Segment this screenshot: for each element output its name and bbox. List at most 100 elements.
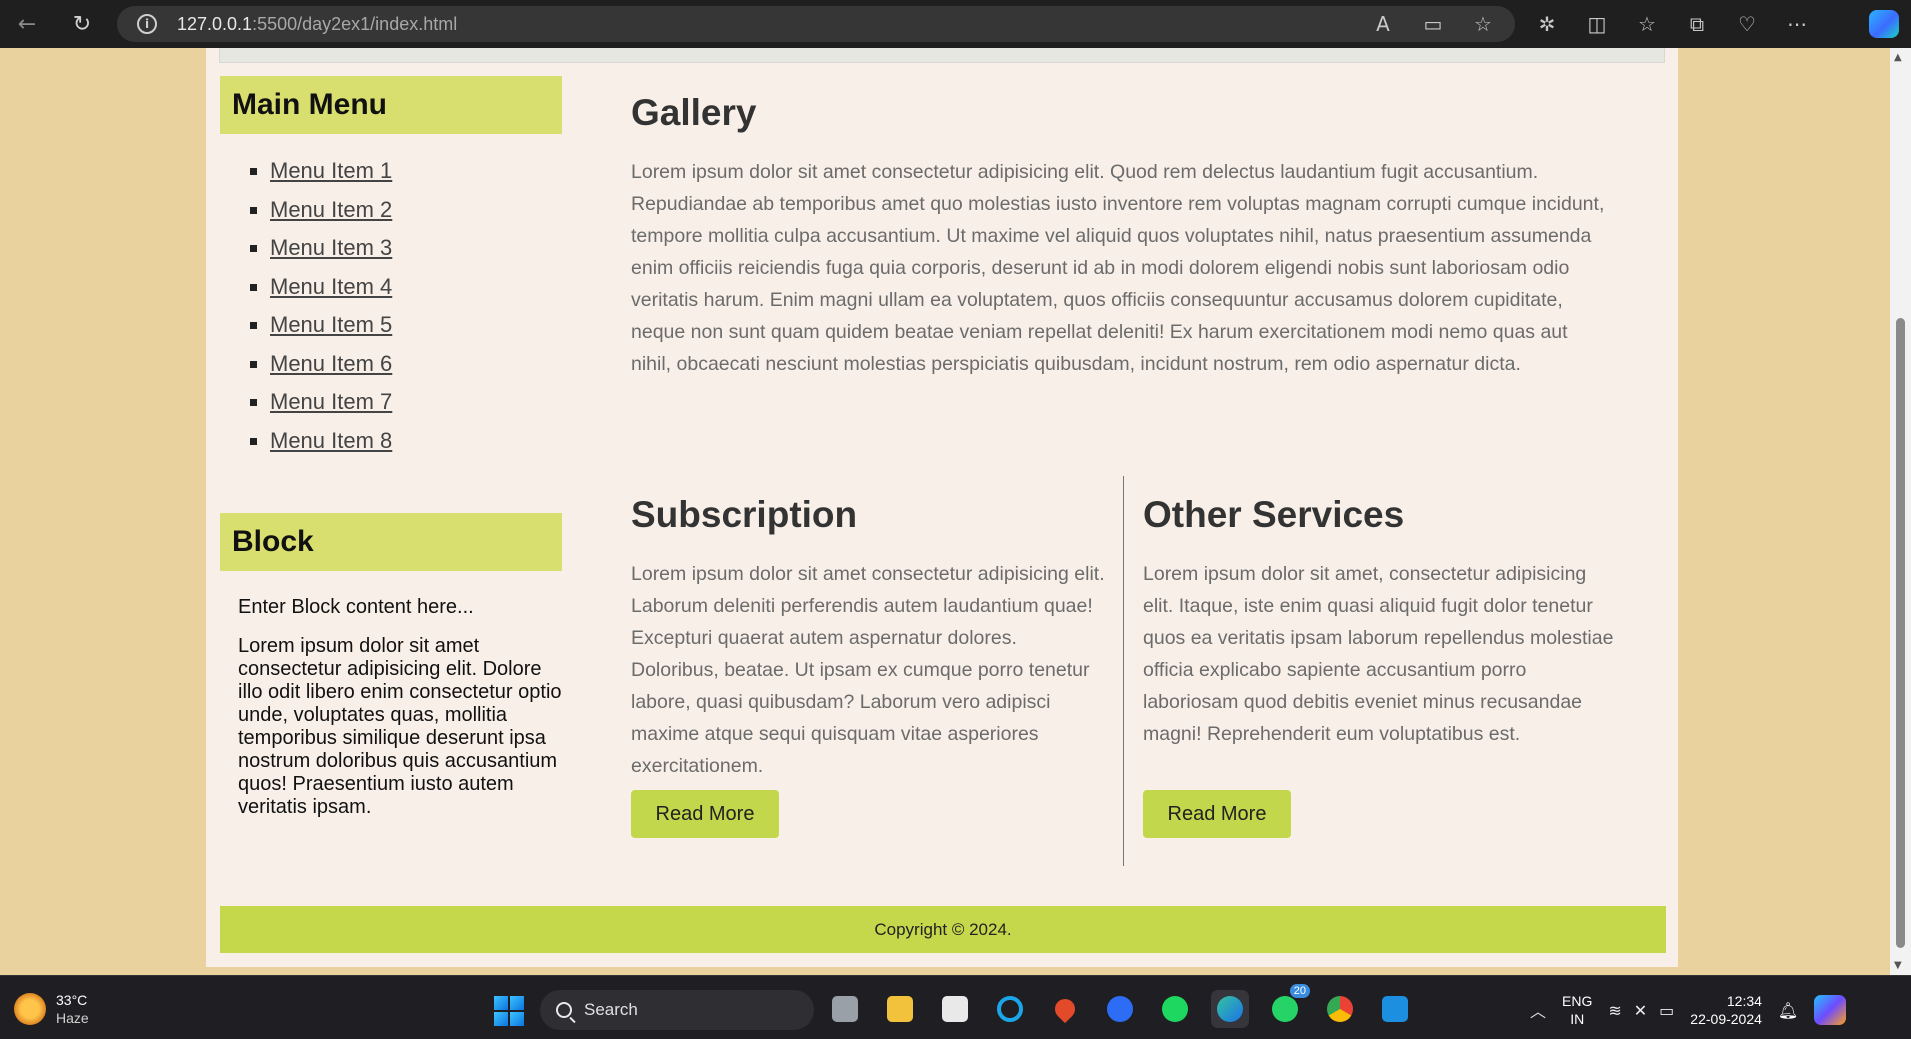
bullet-icon [250,168,257,175]
notification-bell-icon[interactable]: 🔔︎ [1778,1001,1798,1020]
wifi-icon[interactable]: ≋ [1608,1001,1621,1020]
scroll-down-arrow-icon[interactable]: ▼ [1894,960,1902,971]
spotify-icon[interactable] [1156,990,1194,1028]
whatsapp-icon[interactable]: 20 [1266,984,1310,1028]
taskbar-search-label: Search [584,1000,638,1019]
browser-toolbar: ← ↻ i 127.0.0.1:5500/day2ex1/index.html … [0,0,1911,48]
whatsapp-badge: 20 [1289,984,1310,998]
menu-item: Menu Item 4 [220,268,562,307]
scrollbar-thumb[interactable] [1896,318,1905,948]
url-host: 127.0.0.1 [177,13,253,34]
region-code: IN [1570,1011,1585,1027]
bullet-icon [250,322,257,329]
show-hidden-icons-chevron-icon[interactable]: ︿ [1530,998,1546,1022]
weather-widget[interactable]: 33°C Haze [14,991,89,1027]
site-info-icon[interactable]: i [137,14,157,34]
menu-item-link[interactable]: Menu Item 1 [270,158,392,184]
menu-item: Menu Item 7 [220,383,562,422]
more-options-icon[interactable]: ⋯ [1783,12,1811,36]
address-bar[interactable]: i 127.0.0.1:5500/day2ex1/index.html A ▭ … [117,6,1515,42]
taskbar-search[interactable]: Search [540,990,814,1030]
windows-start-icon[interactable] [494,996,524,1026]
scroll-up-arrow-icon[interactable]: ▲ [1894,52,1902,63]
menu-item-link[interactable]: Menu Item 5 [270,312,392,338]
menu-item: Menu Item 5 [220,306,562,345]
menu-item-link[interactable]: Menu Item 7 [270,389,392,415]
weather-condition: Haze [56,1010,89,1026]
menu-item-link[interactable]: Menu Item 2 [270,197,392,223]
language-code: ENG [1562,993,1593,1009]
task-view-icon[interactable] [826,990,864,1028]
bullet-icon [250,283,257,291]
copilot-icon[interactable] [1869,10,1899,38]
favorite-star-icon[interactable]: ☆ [1469,12,1497,36]
immersive-reader-icon[interactable]: ▭ [1419,12,1447,36]
menu-item: Menu Item 6 [220,345,562,384]
menu-item: Menu Item 3 [220,229,562,268]
bullet-icon [250,437,257,445]
chrome-icon[interactable] [1321,990,1359,1028]
weather-sun-icon [14,993,46,1025]
battery-icon[interactable]: ▭ [1659,1001,1674,1020]
back-arrow-icon[interactable]: ← [12,9,42,39]
weather-temperature: 33°C [56,992,88,1008]
reload-icon[interactable]: ↻ [67,9,97,39]
microsoft-store-icon[interactable] [936,990,974,1028]
clock[interactable]: 12:34 22-09-2024 [1690,992,1762,1028]
file-explorer-icon[interactable] [881,990,919,1028]
favorites-icon[interactable]: ☆ [1633,12,1661,36]
menu-item: Menu Item 8 [220,422,562,461]
system-tray: ︿ ENG IN ≋ ✕ ▭ 12:34 22-09-2024 🔔︎ [1530,992,1847,1028]
weather-text: 33°C Haze [56,991,89,1027]
cortana-icon[interactable] [991,990,1029,1028]
zoom-icon[interactable] [1101,990,1139,1028]
block-heading: Block [220,513,562,571]
gallery-text: Lorem ipsum dolor sit amet consectetur a… [631,161,1605,375]
vertical-scrollbar[interactable]: ▲ ▼ [1890,48,1911,975]
bullet-icon [250,360,257,368]
collections-icon[interactable]: ⧉ [1683,12,1711,36]
menu-item-link[interactable]: Menu Item 4 [270,274,392,300]
menu-item: Menu Item 1 [220,152,562,191]
extensions-icon[interactable]: ✲ [1533,12,1561,36]
split-screen-icon[interactable]: ◫ [1583,12,1611,36]
maps-pin-icon[interactable] [1046,990,1084,1028]
read-aloud-icon[interactable]: A [1369,12,1397,36]
block-intro-text: Enter Block content here... [238,596,474,618]
volume-muted-icon[interactable]: ✕ [1634,1001,1647,1020]
search-icon [556,1002,572,1018]
language-indicator[interactable]: ENG IN [1562,992,1592,1028]
menu-item-link[interactable]: Menu Item 6 [270,351,392,377]
subscription-text: Lorem ipsum dolor sit amet consectetur a… [631,563,1105,777]
main-menu-heading: Main Menu [220,76,562,134]
copilot-taskbar-icon[interactable] [1814,995,1847,1025]
other-services-text: Lorem ipsum dolor sit amet, consectetur … [1143,563,1614,745]
menu-item-link[interactable]: Menu Item 8 [270,428,392,454]
bullet-icon [250,245,257,252]
top-navigation-strip [219,48,1665,63]
page-viewport: Main Menu Menu Item 1 Menu Item 2 Menu I… [0,48,1890,975]
subscription-title: Subscription [631,494,858,535]
menu-item: Menu Item 2 [220,191,562,230]
main-menu-list: Menu Item 1 Menu Item 2 Menu Item 3 Menu… [220,152,562,460]
windows-taskbar: 33°C Haze Search 20 ︿ ENG IN ≋ ✕ ▭ 12:34 [0,975,1911,1039]
page-container: Main Menu Menu Item 1 Menu Item 2 Menu I… [206,48,1678,967]
bullet-icon [250,399,257,406]
menu-item-link[interactable]: Menu Item 3 [270,235,392,261]
gallery-title: Gallery [631,92,757,133]
clock-time: 12:34 [1726,993,1762,1009]
block-content: Enter Block content here... Lorem ipsum … [238,596,568,819]
column-divider [1123,476,1124,866]
url-text[interactable]: 127.0.0.1:5500/day2ex1/index.html [177,14,457,35]
other-services-title: Other Services [1143,494,1405,535]
browser-essentials-icon[interactable]: ♡ [1733,12,1761,36]
edge-browser-icon[interactable] [1211,990,1249,1028]
tray-status-icons: ≋ ✕ ▭ [1608,1001,1674,1020]
url-path: :5500/day2ex1/index.html [252,13,458,34]
taskbar-apps: 20 [826,984,1414,1028]
footer: Copyright © 2024. [220,906,1666,953]
subscription-read-more-button[interactable]: Read More [631,790,779,838]
other-services-read-more-button[interactable]: Read More [1143,790,1291,838]
block-body-text: Lorem ipsum dolor sit amet consectetur a… [238,635,562,818]
vscode-icon[interactable] [1376,990,1414,1028]
